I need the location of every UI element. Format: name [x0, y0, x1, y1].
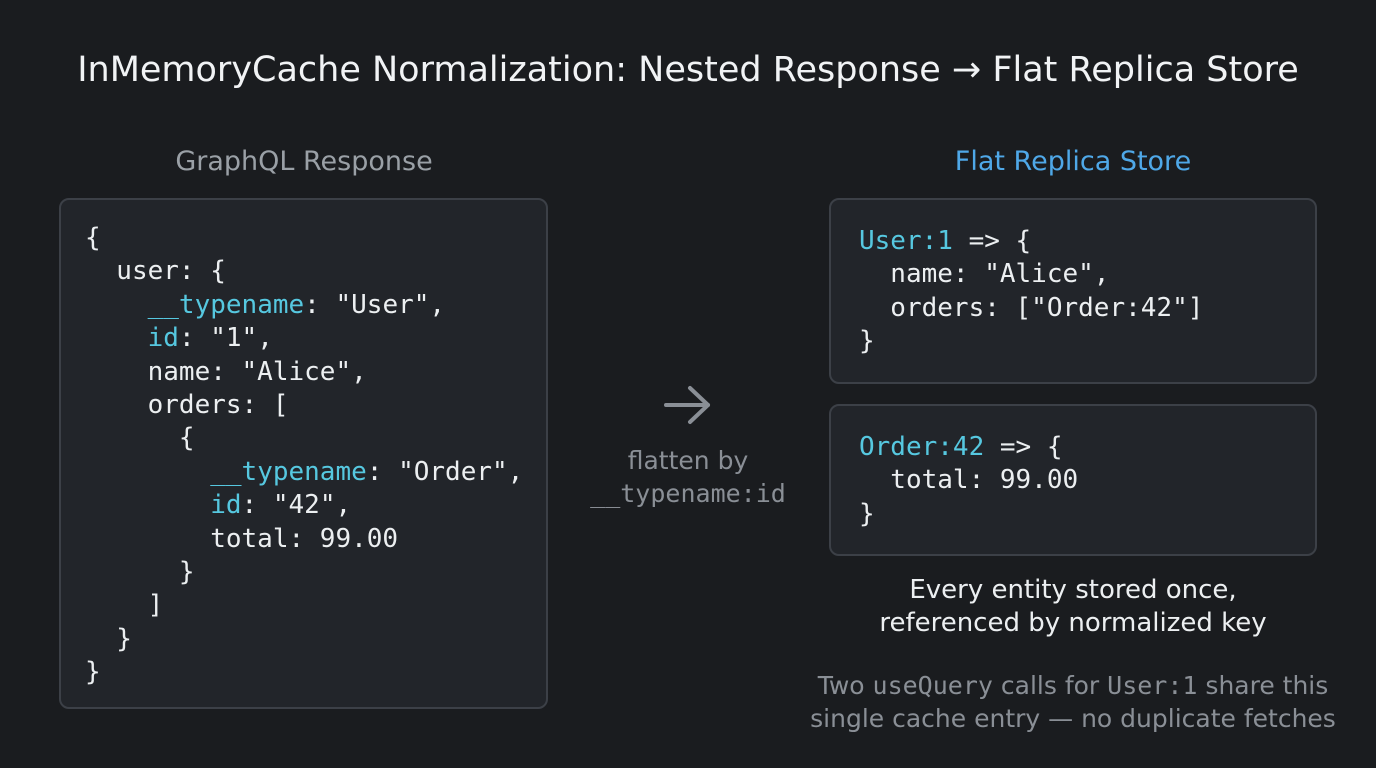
code-line: ] [85, 589, 523, 622]
code-line: } [85, 623, 523, 656]
code-text: user: { [85, 256, 226, 287]
user-entity-panel: User:1 => { name: "Alice", orders: ["Ord… [829, 198, 1317, 384]
usequery-code: useQuery [872, 671, 993, 700]
graphql-response-code: { user: { __typename: "User", id: "1", n… [85, 222, 523, 689]
code-line: } [85, 556, 523, 589]
code-text: } [85, 623, 132, 654]
code-line: orders: [ [85, 389, 523, 422]
code-key: id [147, 323, 179, 354]
code-line: name: "Alice", [85, 356, 523, 389]
usequery-note-text: share this [1197, 671, 1329, 700]
code-text: : "42", [241, 490, 352, 521]
code-line: name: "Alice", [859, 258, 1203, 291]
entity-note-line-1: Every entity stored once, [909, 575, 1237, 605]
code-line: orders: ["Order:42"] [859, 292, 1203, 325]
order-entity-panel: Order:42 => { total: 99.00} [829, 404, 1317, 556]
code-text: : "1", [178, 323, 273, 354]
usequery-note-line-1: Two useQuery calls for User:1 share this [790, 669, 1356, 702]
code-key: User:1 [859, 226, 953, 256]
code-key: __typename [147, 289, 305, 320]
code-line: Order:42 => { [859, 431, 1078, 464]
code-line: { [85, 422, 523, 455]
code-key: __typename [210, 456, 367, 487]
graphql-response-panel: { user: { __typename: "User", id: "1", n… [59, 198, 548, 709]
code-line: } [859, 325, 1203, 358]
diagram-title: InMemoryCache Normalization: Nested Resp… [77, 50, 1299, 90]
code-key: Order:42 [859, 432, 985, 462]
user-entity-code: User:1 => { name: "Alice", orders: ["Ord… [859, 225, 1203, 359]
usequery-note-line-2: single cache entry — no duplicate fetche… [810, 704, 1336, 733]
graphql-response-heading: GraphQL Response [175, 146, 433, 177]
code-key: id [210, 490, 242, 521]
order-entity-code: Order:42 => { total: 99.00} [859, 431, 1078, 531]
code-text: name: "Alice", [85, 356, 367, 387]
code-text: total: 99.00 [859, 465, 1079, 496]
code-line: id: "42", [85, 489, 523, 522]
usequery-note-text: Two [817, 671, 873, 700]
right-arrow-icon [664, 386, 710, 424]
code-text: orders: ["Order:42"] [859, 292, 1204, 323]
code-text: : "User", [304, 289, 446, 320]
code-line: __typename: "User", [85, 289, 523, 322]
code-text: => { [952, 226, 1032, 256]
code-text: => { [984, 432, 1063, 462]
code-text: { [85, 223, 101, 253]
code-line: User:1 => { [859, 225, 1203, 258]
code-text: } [85, 657, 101, 688]
code-text: name: "Alice", [859, 259, 1110, 290]
code-line: total: 99.00 [85, 523, 523, 556]
flat-replica-store-heading: Flat Replica Store [954, 146, 1192, 177]
flatten-key-label: __typename:id [590, 479, 786, 508]
code-text: { [85, 423, 195, 454]
code-line: __typename: "Order", [85, 456, 523, 489]
flatten-label: flatten by [627, 446, 749, 475]
usequery-note-text: calls for [992, 671, 1108, 700]
code-line: { [85, 222, 523, 255]
entity-note-line-2: referenced by normalized key [879, 608, 1267, 638]
code-line: total: 99.00 [859, 464, 1078, 497]
code-text: orders: [ [85, 389, 289, 420]
code-text: total: 99.00 [85, 523, 399, 554]
code-text: } [859, 326, 875, 357]
code-line: user: { [85, 255, 523, 288]
user-key-code: User:1 [1107, 671, 1198, 700]
code-line: } [85, 656, 523, 689]
code-line: } [859, 498, 1078, 531]
code-line: id: "1", [85, 322, 523, 355]
code-text: } [85, 556, 195, 587]
code-text: : "Order", [366, 456, 524, 487]
code-text: } [859, 498, 875, 529]
code-text: ] [85, 590, 164, 621]
